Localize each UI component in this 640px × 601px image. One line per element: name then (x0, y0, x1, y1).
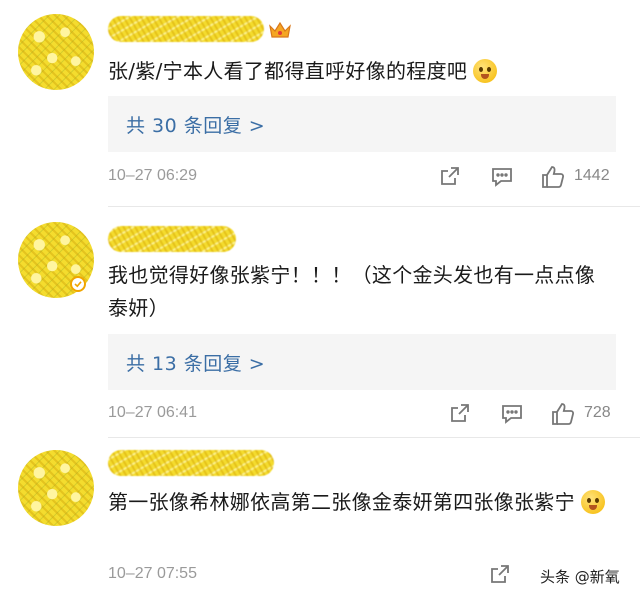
timestamp: 10–27 06:41 (108, 404, 197, 421)
username-blurred[interactable] (108, 226, 236, 252)
divider (108, 437, 640, 438)
comment-text: 第一张像希林娜依高第二张像金泰妍第四张像张紫宁 (108, 486, 613, 519)
laughing-tears-emoji (580, 490, 605, 514)
like-count: 728 (584, 404, 611, 421)
avatar[interactable] (18, 450, 94, 526)
share-icon[interactable] (488, 562, 512, 586)
like-icon[interactable] (550, 401, 576, 427)
like-count: 1442 (574, 167, 610, 184)
timestamp: 10–27 06:29 (108, 167, 197, 184)
crown-icon (269, 21, 291, 38)
view-replies-link[interactable]: 共 30 条回复 > (126, 111, 265, 138)
username-blurred[interactable] (108, 16, 264, 42)
comment-meta: 10–27 06:41 728 (108, 401, 620, 429)
divider (108, 206, 640, 207)
comment-icon[interactable] (490, 164, 514, 188)
like-icon[interactable] (540, 164, 566, 190)
comment-icon[interactable] (500, 401, 524, 425)
avatar[interactable] (18, 14, 94, 90)
share-icon[interactable] (448, 401, 472, 425)
verified-icon (70, 276, 86, 292)
reply-box[interactable]: 共 30 条回复 > (108, 96, 616, 152)
comment-text: 张/紫/宁本人看了都得直呼好像的程度吧 (108, 55, 608, 88)
comment-meta: 10–27 06:29 1442 (108, 164, 620, 192)
reply-box[interactable]: 共 13 条回复 > (108, 334, 616, 390)
view-replies-link[interactable]: 共 13 条回复 > (126, 349, 265, 376)
username-blurred[interactable] (108, 450, 274, 476)
share-icon[interactable] (438, 164, 462, 188)
comment-text: 我也觉得好像张紫宁！！！（这个金头发也有一点点像泰妍） (108, 263, 596, 320)
watermark: 头条 @新氧 (540, 568, 620, 586)
timestamp: 10–27 07:55 (108, 565, 197, 582)
drooling-face-emoji (473, 59, 498, 83)
